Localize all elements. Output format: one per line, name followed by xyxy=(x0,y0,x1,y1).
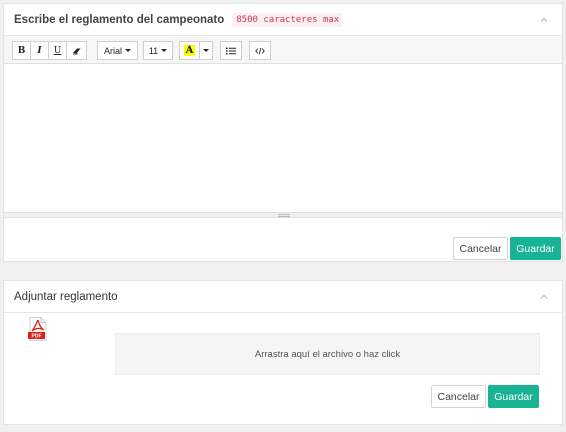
attach-panel-title: Adjuntar reglamento xyxy=(14,290,118,303)
attach-rules-panel: Adjuntar reglamento PDF Arrastra aquí el… xyxy=(3,280,563,425)
save-button[interactable]: Guardar xyxy=(510,237,561,260)
italic-button[interactable]: I xyxy=(30,41,49,60)
chevron-up-icon[interactable] xyxy=(538,14,550,26)
font-size-dropdown[interactable]: 11 xyxy=(143,41,173,60)
rich-text-editor[interactable] xyxy=(4,64,562,212)
editor-toolbar: B I U Arial 11 A xyxy=(4,36,562,64)
font-size-value: 11 xyxy=(148,45,159,56)
resize-grip-icon xyxy=(278,214,290,217)
cancel-button[interactable]: Cancelar xyxy=(431,385,486,408)
caret-down-icon xyxy=(125,49,131,52)
clear-format-button[interactable] xyxy=(66,41,87,60)
unordered-list-icon xyxy=(226,47,236,54)
code-view-button[interactable] xyxy=(249,41,271,60)
rules-panel-title: Escribe el reglamento del campeonato xyxy=(14,13,225,26)
font-family-dropdown[interactable]: Arial xyxy=(97,41,138,60)
attach-panel-header: Adjuntar reglamento xyxy=(4,281,562,313)
dropzone-text: Arrastra aquí el archivo o haz click xyxy=(254,348,401,360)
file-dropzone[interactable]: Arrastra aquí el archivo o haz click xyxy=(115,333,540,375)
bold-label: B xyxy=(17,45,26,56)
pdf-label: PDF xyxy=(32,334,42,340)
character-limit-badge: 8500 caracteres max xyxy=(232,12,344,27)
caret-down-icon xyxy=(161,49,168,52)
code-view-icon xyxy=(255,47,265,54)
font-family-value: Arial xyxy=(103,45,122,56)
italic-label: I xyxy=(37,45,42,56)
save-button[interactable]: Guardar xyxy=(488,385,539,408)
unordered-list-button[interactable] xyxy=(220,41,242,60)
cancel-button[interactable]: Cancelar xyxy=(453,237,508,260)
highlight-letter: A xyxy=(183,45,196,56)
text-color-dropdown[interactable] xyxy=(199,41,213,60)
editor-resize-handle[interactable] xyxy=(4,212,562,218)
caret-down-icon xyxy=(203,49,209,52)
bold-button[interactable]: B xyxy=(12,41,31,60)
text-color-button[interactable]: A xyxy=(179,41,200,60)
underline-label: U xyxy=(53,45,62,56)
underline-button[interactable]: U xyxy=(48,41,67,60)
eraser-icon xyxy=(72,48,80,54)
rules-editor-panel: Escribe el reglamento del campeonato 850… xyxy=(3,3,563,262)
chevron-up-icon[interactable] xyxy=(538,291,550,303)
rules-panel-header: Escribe el reglamento del campeonato 850… xyxy=(4,4,562,36)
pdf-file-icon: PDF xyxy=(28,317,47,341)
